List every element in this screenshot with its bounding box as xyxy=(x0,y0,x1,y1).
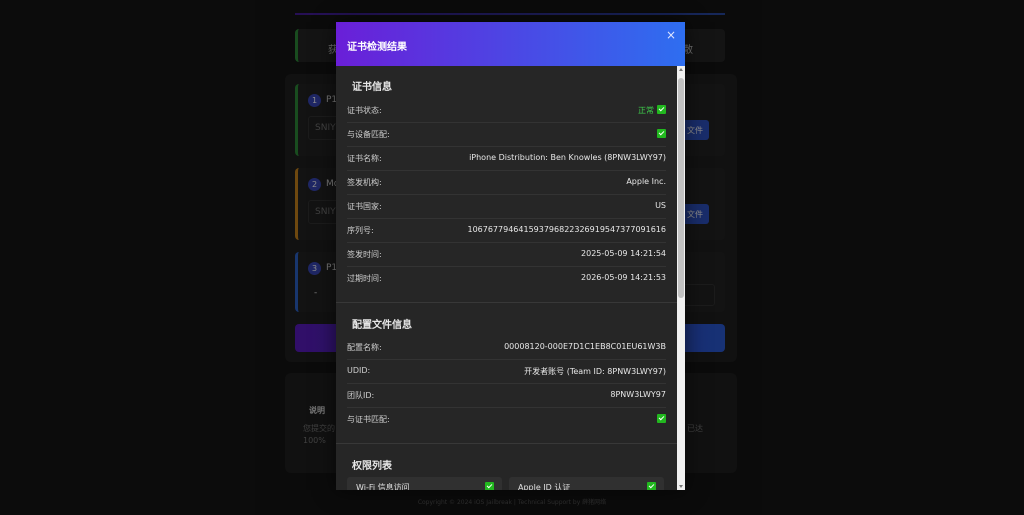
cert-row-name: 证书名称: iPhone Distribution: Ben Knowles (… xyxy=(347,147,666,171)
check-icon xyxy=(657,414,666,423)
status-value: 正常 xyxy=(638,106,654,115)
row-value: iPhone Distribution: Ben Knowles (8PNW3L… xyxy=(469,153,666,162)
row-label: 与证书匹配: xyxy=(347,415,390,424)
row-label: UDID: xyxy=(347,366,371,375)
cert-row-country: 证书国家: US xyxy=(347,195,666,219)
row-value: 2026-05-09 14:21:53 xyxy=(581,273,666,282)
permission-label: Wi-Fi 信息访问 xyxy=(356,483,410,490)
profile-row-name: 配置名称: 00008120-000E7D1C1EB8C01EU61W3B xyxy=(347,336,666,360)
permission-item: Wi-Fi 信息访问 xyxy=(347,477,502,490)
scroll-thumb[interactable] xyxy=(678,78,684,298)
row-label: 序列号: xyxy=(347,226,374,235)
scroll-up-icon[interactable] xyxy=(679,68,683,71)
cert-row-device-match: 与设备匹配: xyxy=(347,123,666,147)
close-icon[interactable]: × xyxy=(666,28,676,42)
profile-row-udid: UDID: 开发者账号 (Team ID: 8PNW3LWY97) xyxy=(347,360,666,384)
certificate-result-modal: 证书检测结果 × 证书信息 证书状态: 正常 与设备匹配: 证书名称: iPho… xyxy=(336,22,685,490)
row-value: US xyxy=(655,201,666,210)
row-label: 证书状态: xyxy=(347,106,382,115)
profile-row-team-id: 团队ID: 8PNW3LWY97 xyxy=(347,384,666,408)
row-label: 团队ID: xyxy=(347,391,375,400)
section-title-permissions: 权限列表 xyxy=(352,461,392,472)
row-label: 证书名称: xyxy=(347,154,382,163)
row-value: 106767794641593796822326919547377091616 xyxy=(467,225,666,234)
row-label: 与设备匹配: xyxy=(347,130,390,139)
modal-header: 证书检测结果 × xyxy=(336,22,685,66)
row-value: 8PNW3LWY97 xyxy=(610,390,666,399)
scroll-down-icon[interactable] xyxy=(679,485,683,488)
row-value: 00008120-000E7D1C1EB8C01EU61W3B xyxy=(504,342,666,351)
section-title-cert: 证书信息 xyxy=(352,82,392,93)
check-icon xyxy=(657,129,666,138)
cert-row-serial: 序列号: 10676779464159379682232691954737709… xyxy=(347,219,666,243)
cert-row-issued: 签发时间: 2025-05-09 14:21:54 xyxy=(347,243,666,267)
check-icon xyxy=(647,482,656,490)
section-title-profile: 配置文件信息 xyxy=(352,320,412,331)
permission-item: Apple ID 认证 xyxy=(509,477,664,490)
cert-row-expires: 过期时间: 2026-05-09 14:21:53 xyxy=(347,267,666,291)
cert-row-status: 证书状态: 正常 xyxy=(347,99,666,123)
row-label: 过期时间: xyxy=(347,274,382,283)
profile-row-cert-match: 与证书匹配: xyxy=(347,408,666,432)
row-value: 开发者账号 (Team ID: 8PNW3LWY97) xyxy=(524,367,666,376)
row-label: 证书国家: xyxy=(347,202,382,211)
row-label: 配置名称: xyxy=(347,343,382,352)
row-label: 签发机构: xyxy=(347,178,382,187)
modal-title: 证书检测结果 xyxy=(347,42,407,53)
row-value: Apple Inc. xyxy=(626,177,666,186)
modal-scrollbar[interactable] xyxy=(677,66,685,490)
cert-row-issuer: 签发机构: Apple Inc. xyxy=(347,171,666,195)
modal-body: 证书信息 证书状态: 正常 与设备匹配: 证书名称: iPhone Distri… xyxy=(336,66,677,490)
row-value: 2025-05-09 14:21:54 xyxy=(581,249,666,258)
check-icon xyxy=(485,482,494,490)
permission-label: Apple ID 认证 xyxy=(518,483,571,490)
check-icon xyxy=(657,105,666,114)
section-divider xyxy=(336,443,677,444)
section-divider xyxy=(336,302,677,303)
row-label: 签发时间: xyxy=(347,250,382,259)
